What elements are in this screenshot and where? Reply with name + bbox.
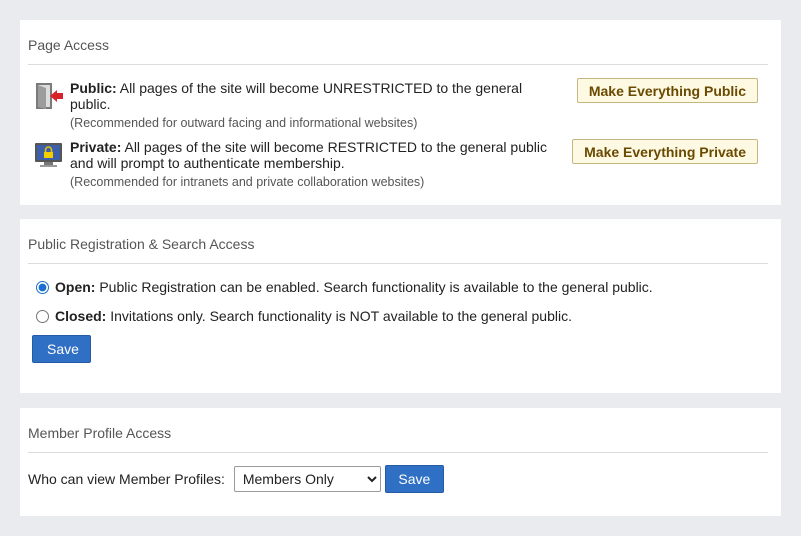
private-label: Private: [70, 139, 122, 155]
make-everything-private-button[interactable]: Make Everything Private [572, 139, 758, 164]
closed-option[interactable]: Closed: Invitations only. Search functio… [36, 308, 572, 324]
make-everything-public-button[interactable]: Make Everything Public [576, 78, 758, 103]
open-label: Open: [55, 279, 96, 295]
closed-text: Invitations only. Search functionality i… [106, 308, 572, 324]
closed-label: Closed: [55, 308, 107, 324]
member-profile-panel: Member Profile Access Who can view Membe… [20, 408, 781, 516]
member-profile-row: Who can view Member Profiles: Members On… [28, 465, 444, 493]
open-option-text: Open: Public Registration can be enabled… [55, 279, 653, 295]
private-text: All pages of the site will become RESTRI… [70, 139, 548, 171]
open-option[interactable]: Open: Public Registration can be enabled… [36, 279, 653, 295]
public-label: Public: [70, 80, 117, 96]
private-description: Private: All pages of the site will beco… [70, 139, 558, 190]
closed-radio[interactable] [36, 309, 49, 323]
registration-save-button[interactable]: Save [32, 335, 91, 363]
public-description: Public: All pages of the site will becom… [70, 80, 558, 131]
registration-panel: Public Registration & Search Access Open… [20, 219, 781, 393]
door-exit-icon [34, 82, 64, 109]
member-profile-title: Member Profile Access [28, 408, 768, 453]
public-text: All pages of the site will become UNREST… [70, 80, 523, 112]
page-access-panel: Page Access Public: All pages of the sit… [20, 20, 781, 205]
member-profile-save-button[interactable]: Save [384, 465, 444, 493]
member-profile-select[interactable]: Members Only [233, 466, 381, 492]
open-text: Public Registration can be enabled. Sear… [95, 279, 653, 295]
locked-monitor-icon [34, 141, 64, 167]
public-note: (Recommended for outward facing and info… [70, 116, 418, 130]
page-access-title: Page Access [28, 20, 768, 65]
open-radio[interactable] [36, 280, 49, 294]
member-profile-label: Who can view Member Profiles: [28, 471, 225, 487]
private-note: (Recommended for intranets and private c… [70, 175, 425, 189]
registration-title: Public Registration & Search Access [28, 219, 768, 264]
closed-option-text: Closed: Invitations only. Search functio… [55, 308, 572, 324]
